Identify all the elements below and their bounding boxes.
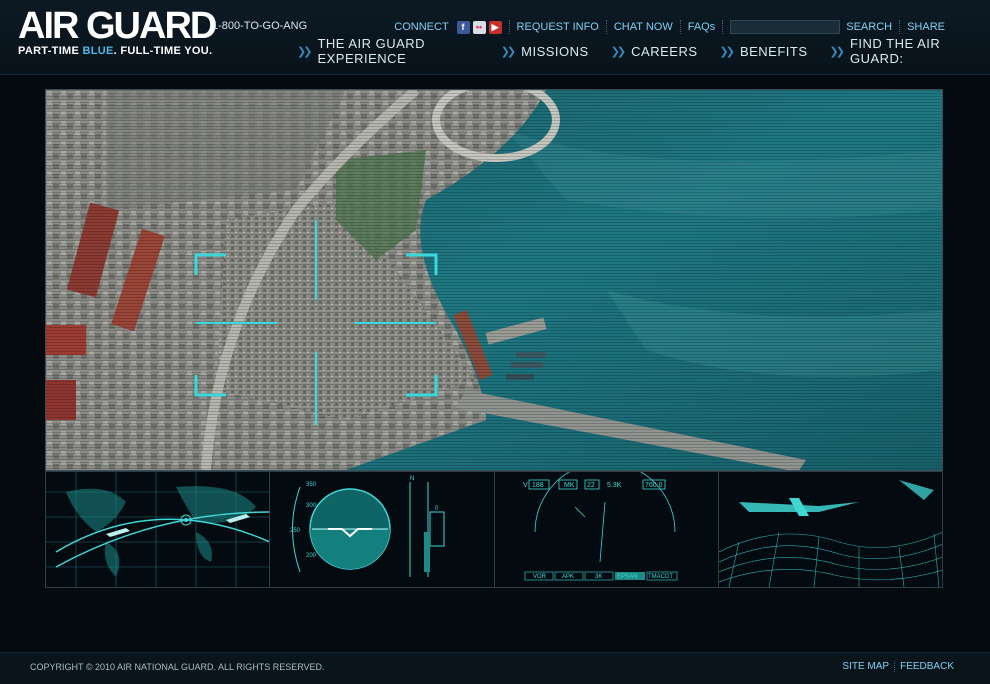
chevron-right-icon: ❯❯ (500, 45, 517, 58)
attitude-indicator-graphic: 350 300 250 200 N 0 (290, 476, 445, 577)
facebook-icon[interactable]: f (456, 20, 470, 34)
nav-item-missions[interactable]: ❯❯ MISSIONS (501, 44, 589, 59)
readout-2: MK (564, 482, 575, 489)
site-header: AIR GUARD PART-TIME BLUE. FULL-TIME YOU.… (0, 0, 990, 75)
chevron-right-icon: ❯❯ (297, 45, 313, 58)
readout-4: 5.3K (607, 482, 622, 489)
phone-number: 1-800-TO-GO-ANG (212, 20, 308, 32)
request-info-link[interactable]: REQUEST INFO (510, 20, 607, 34)
hud-panel-drone[interactable] (718, 472, 942, 587)
social-icons: f •• ▶ (456, 20, 502, 34)
nav-item-experience[interactable]: ❯❯ THE AIR GUARD EXPERIENCE (297, 36, 479, 66)
faqs-link[interactable]: FAQs (681, 20, 724, 34)
feedback-link[interactable]: FEEDBACK (895, 661, 954, 672)
tagline-part1: PART-TIME (18, 45, 83, 57)
search-group: SEARCH (723, 20, 901, 34)
svg-text:200: 200 (306, 553, 317, 559)
readout-3: 22 (587, 482, 595, 489)
world-map-graphic (46, 472, 270, 587)
connect-group: CONNECT f •• ▶ (387, 20, 510, 34)
nav-item-label: FIND THE AIR GUARD: (849, 36, 941, 66)
nav-item-label: BENEFITS (739, 43, 808, 59)
svg-text:350: 350 (306, 482, 317, 488)
hud-button-epsan[interactable]: EPSAN (617, 574, 637, 580)
hud-panel-attitude[interactable]: 350 300 250 200 N 0 (270, 472, 495, 587)
search-input[interactable] (730, 20, 841, 34)
footer-links: SITE MAP FEEDBACK (837, 661, 954, 672)
chevron-right-icon: ❯❯ (610, 45, 627, 58)
readout-1: 188 (532, 482, 544, 489)
connect-label: CONNECT (394, 21, 449, 33)
utility-bar: CONNECT f •• ▶ REQUEST INFO CHAT NOW FAQ… (387, 19, 952, 35)
main-nav: ❯❯ THE AIR GUARD EXPERIENCE ❯❯ MISSIONS … (297, 36, 990, 66)
site-footer: COPYRIGHT © 2010 AIR NATIONAL GUARD. ALL… (0, 652, 990, 684)
copyright-text: COPYRIGHT © 2010 AIR NATIONAL GUARD. ALL… (30, 662, 325, 672)
nav-item-label: MISSIONS (521, 43, 589, 59)
site-map-link[interactable]: SITE MAP (837, 661, 896, 672)
nav-item-find[interactable]: ❯❯ FIND THE AIR GUARD: (830, 36, 968, 66)
search-button[interactable]: SEARCH (846, 20, 892, 34)
satellite-viewport[interactable] (45, 89, 943, 471)
tagline-blue: BLUE (82, 45, 114, 57)
flickr-icon[interactable]: •• (472, 20, 486, 34)
svg-text:300: 300 (306, 503, 317, 509)
readout-5: 760.0 (645, 482, 663, 489)
satellite-image (46, 90, 942, 470)
chat-now-link[interactable]: CHAT NOW (607, 20, 681, 34)
hud-button-vor[interactable]: VOR (533, 574, 547, 580)
nav-item-benefits[interactable]: ❯❯ BENEFITS (720, 44, 808, 59)
svg-text:0: 0 (435, 506, 439, 512)
hud-button-3k[interactable]: 3K (595, 574, 602, 580)
hud-panel-world-map[interactable] (46, 472, 271, 587)
hud-button-apk[interactable]: APK (562, 574, 574, 580)
navigation-graphic: V 188 MK 22 5.3K 760.0 VOR APK 3K EPSAN … (523, 472, 677, 581)
readout-v: V (523, 482, 528, 489)
nav-item-careers[interactable]: ❯❯ CAREERS (611, 44, 698, 59)
svg-text:250: 250 (290, 528, 301, 534)
hud-panels: 350 300 250 200 N 0 V 188 MK 22 5.3K 760.0 (45, 471, 943, 588)
tagline-part2: . FULL-TIME YOU. (113, 45, 213, 57)
hud-panel-navigation[interactable]: V 188 MK 22 5.3K 760.0 VOR APK 3K EPSAN … (495, 472, 719, 587)
drone-wireframe-graphic (718, 480, 942, 587)
nav-item-label: CAREERS (631, 43, 698, 59)
youtube-icon[interactable]: ▶ (488, 20, 502, 34)
chevron-right-icon: ❯❯ (719, 45, 736, 58)
chevron-right-icon: ❯❯ (829, 45, 846, 58)
tagline: PART-TIME BLUE. FULL-TIME YOU. (18, 45, 212, 57)
share-link[interactable]: SHARE (900, 20, 952, 34)
svg-text:N: N (410, 476, 414, 482)
air-guard-logo[interactable]: AIR GUARD (18, 6, 217, 46)
nav-item-label: THE AIR GUARD EXPERIENCE (317, 36, 426, 66)
hud-button-tmacdt[interactable]: TMACDT (648, 574, 673, 580)
